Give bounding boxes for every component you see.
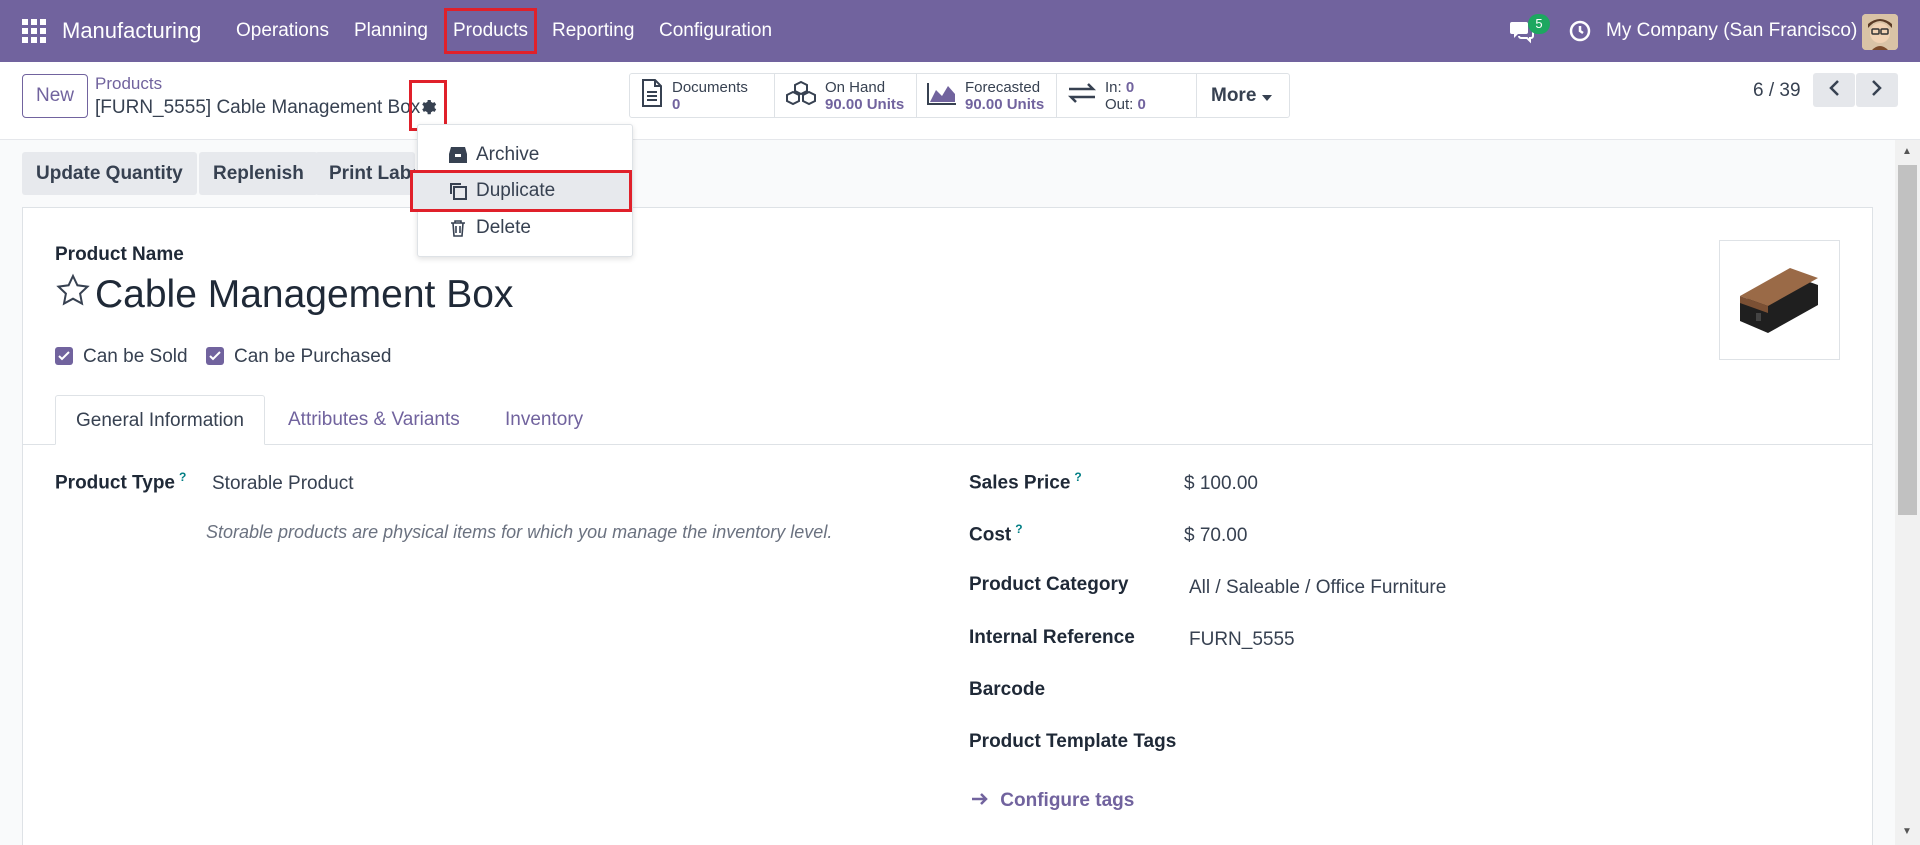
archive-label: Archive: [476, 144, 540, 165]
menu-reporting[interactable]: Reporting: [552, 20, 634, 42]
product-type-label-text: Product Type: [55, 472, 175, 494]
documents-count: 0: [672, 95, 681, 113]
tab-general-information[interactable]: General Information: [55, 395, 265, 445]
tab-inventory[interactable]: Inventory: [485, 395, 603, 445]
scrollbar-thumb[interactable]: [1898, 165, 1917, 515]
product-template-tags-label: Product Template Tags: [969, 731, 1177, 752]
archive-menu-item[interactable]: Archive: [418, 137, 632, 173]
activity-clock-icon[interactable]: [1568, 19, 1592, 43]
new-button[interactable]: New: [22, 74, 88, 118]
documents-label: Documents: [672, 78, 748, 96]
top-navbar: Manufacturing Operations Planning Produc…: [0, 0, 1920, 62]
menu-configuration[interactable]: Configuration: [659, 20, 772, 42]
forecasted-label: Forecasted: [965, 78, 1041, 96]
product-name-label: Product Name: [55, 244, 184, 265]
user-avatar[interactable]: [1862, 14, 1898, 50]
product-type-field[interactable]: Storable Product: [212, 473, 354, 495]
configure-tags-link[interactable]: Configure tags: [971, 790, 1134, 812]
duplicate-menu-item[interactable]: Duplicate: [410, 170, 632, 212]
menu-planning[interactable]: Planning: [354, 20, 428, 42]
chevron-left-icon: [1828, 79, 1840, 102]
archive-icon: [448, 145, 468, 165]
out-value: 0: [1137, 95, 1146, 113]
replenish-button[interactable]: Replenish: [199, 152, 318, 195]
pager-previous-button[interactable]: [1813, 73, 1855, 107]
out-moves: Out: 0: [1105, 96, 1146, 113]
area-chart-icon: [927, 81, 957, 110]
chevron-right-icon: [1871, 79, 1883, 102]
documents-smart-button[interactable]: Documents 0: [630, 74, 775, 117]
product-name-field[interactable]: Cable Management Box: [95, 273, 513, 317]
tab-attributes-variants[interactable]: Attributes & Variants: [268, 395, 480, 445]
forecasted-value: 90.00 Units: [965, 95, 1045, 113]
duplicate-label: Duplicate: [476, 180, 556, 201]
help-tooltip-icon[interactable]: ?: [1074, 470, 1081, 484]
product-type-help-text: Storable products are physical items for…: [206, 522, 833, 542]
menu-products[interactable]: Products: [444, 8, 537, 54]
delete-menu-item[interactable]: Delete: [418, 210, 632, 246]
document-icon: [640, 79, 664, 112]
breadcrumb-products[interactable]: Products: [95, 74, 162, 94]
menu-operations[interactable]: Operations: [236, 20, 329, 42]
help-tooltip-icon[interactable]: ?: [1015, 522, 1022, 536]
in-label: In:: [1105, 78, 1122, 96]
gear-actions-dropdown: Archive Duplicate Delete: [410, 124, 633, 257]
help-tooltip-icon[interactable]: ?: [179, 470, 186, 484]
cost-label: Cost?: [969, 522, 1023, 546]
copy-icon: [448, 181, 468, 201]
can-be-purchased-label[interactable]: Can be Purchased: [234, 346, 391, 368]
product-category-field[interactable]: All / Saleable / Office Furniture: [1189, 577, 1446, 599]
apps-grid-icon[interactable]: [22, 19, 47, 44]
pager-counter[interactable]: 6 / 39: [1753, 80, 1801, 102]
sales-price-label-text: Sales Price: [969, 472, 1071, 494]
cost-field[interactable]: $ 70.00: [1184, 525, 1247, 547]
cost-label-text: Cost: [969, 524, 1012, 546]
forecasted-smart-button[interactable]: Forecasted 90.00 Units: [917, 74, 1057, 117]
chat-count-badge: 5: [1528, 14, 1550, 34]
barcode-label: Barcode: [969, 679, 1046, 700]
in-moves: In: 0: [1105, 79, 1146, 96]
more-label: More: [1211, 84, 1257, 106]
cubes-icon: [785, 80, 817, 111]
can-be-sold-label[interactable]: Can be Sold: [83, 346, 188, 368]
can-be-purchased-checkbox[interactable]: [206, 347, 224, 365]
product-category-label: Product Category: [969, 574, 1129, 595]
scroll-down-arrow-icon[interactable]: ▼: [1900, 826, 1914, 840]
app-brand[interactable]: Manufacturing: [62, 18, 201, 44]
delete-label: Delete: [476, 217, 531, 238]
out-label: Out:: [1105, 95, 1134, 113]
product-image[interactable]: [1719, 240, 1840, 360]
on-hand-label: On Hand: [825, 78, 886, 96]
in-value: 0: [1125, 78, 1135, 96]
product-type-label: Product Type?: [55, 470, 186, 494]
caret-down-icon: [1262, 85, 1273, 107]
barcode-field[interactable]: [1189, 681, 1689, 705]
sales-price-field[interactable]: $ 100.00: [1184, 473, 1258, 495]
company-switcher[interactable]: My Company (San Francisco): [1606, 20, 1857, 42]
exchange-arrows-icon: [1067, 81, 1097, 110]
on-hand-smart-button[interactable]: On Hand 90.00 Units: [775, 74, 917, 117]
on-hand-value: 90.00 Units: [825, 95, 905, 113]
configure-tags-label: Configure tags: [1000, 790, 1135, 811]
sales-price-label: Sales Price?: [969, 470, 1082, 494]
gear-icon[interactable]: [409, 80, 447, 131]
scroll-up-arrow-icon[interactable]: ▲: [1900, 146, 1914, 160]
trash-icon: [448, 218, 468, 238]
smart-buttons: Documents 0 On Hand 90.00 Units Forecast…: [629, 73, 1290, 118]
can-be-sold-checkbox[interactable]: [55, 347, 73, 365]
in-out-smart-button[interactable]: In: 0 Out: 0: [1057, 74, 1197, 117]
pager-next-button[interactable]: [1856, 73, 1898, 107]
breadcrumb-current-record: [FURN_5555] Cable Management Box: [95, 97, 421, 118]
update-quantity-button[interactable]: Update Quantity: [22, 152, 197, 195]
arrow-right-icon: [971, 790, 994, 811]
product-template-tags-field[interactable]: [1189, 733, 1689, 757]
print-labels-button[interactable]: Print Labe: [315, 152, 415, 195]
star-icon[interactable]: [55, 273, 90, 307]
more-smart-button[interactable]: More: [1197, 74, 1289, 117]
internal-reference-label: Internal Reference: [969, 627, 1135, 648]
internal-reference-field[interactable]: FURN_5555: [1189, 629, 1295, 651]
